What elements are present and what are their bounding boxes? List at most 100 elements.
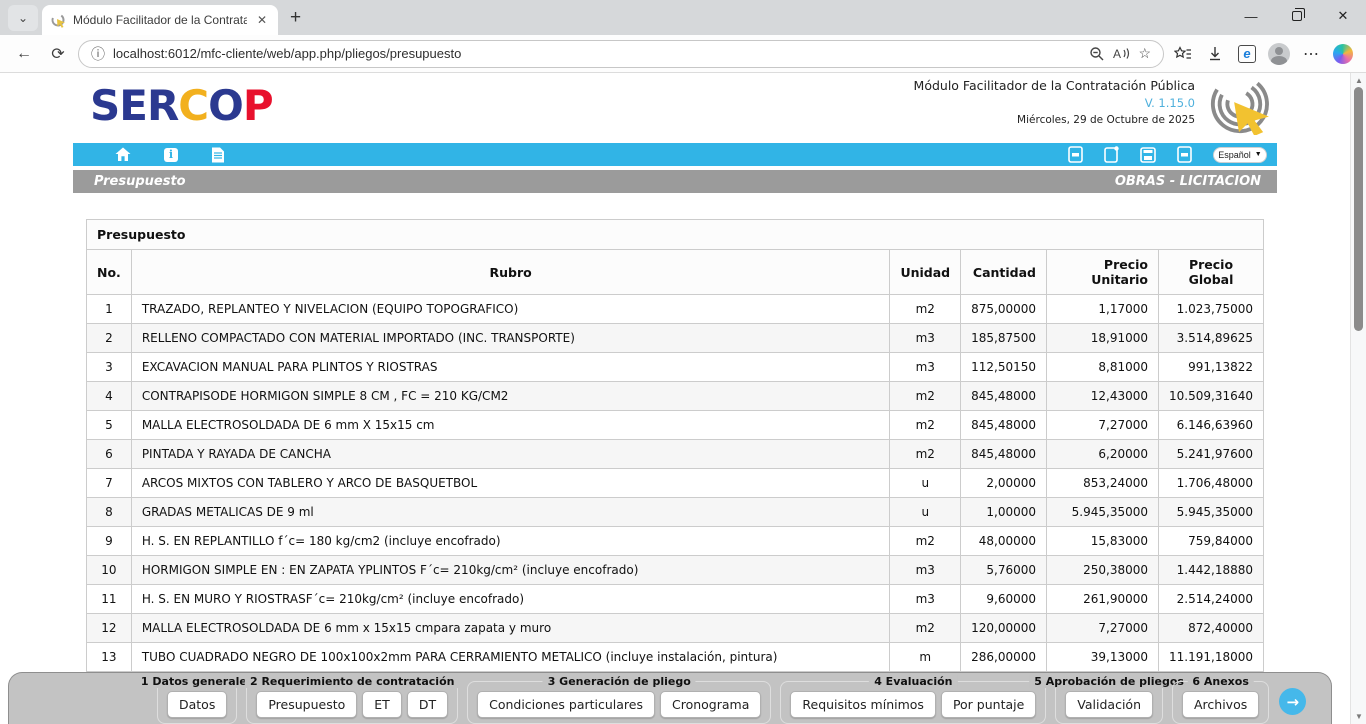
wizard-button-condiciones-particulares[interactable]: Condiciones particulares: [477, 691, 655, 718]
read-aloud-icon[interactable]: A: [1113, 46, 1130, 61]
wizard-group: 6 AnexosArchivos: [1172, 681, 1269, 724]
copilot-icon[interactable]: [1330, 44, 1356, 64]
cell-unidad: u: [890, 498, 961, 527]
back-icon[interactable]: ←: [10, 45, 38, 63]
column-header-rubro: Rubro: [131, 250, 890, 295]
pdf-file-icon[interactable]: [1177, 146, 1192, 163]
wizard-button-datos[interactable]: Datos: [167, 691, 227, 718]
cell-cantidad: 120,00000: [961, 614, 1047, 643]
svg-text:A: A: [1113, 47, 1121, 61]
collections-icon[interactable]: [1170, 46, 1196, 62]
cell-cantidad: 845,48000: [961, 382, 1047, 411]
toolbar-right-icons: Español ▼: [1068, 146, 1267, 163]
zoom-out-icon[interactable]: [1089, 46, 1105, 62]
ie-mode-icon[interactable]: e: [1234, 45, 1260, 63]
wizard-button-dt[interactable]: DT: [407, 691, 448, 718]
chevron-down-icon: ▼: [1255, 151, 1262, 158]
browser-tab[interactable]: Módulo Facilitador de la Contrata ✕: [42, 5, 278, 35]
cell-precio-unitario: 39,13000: [1047, 643, 1159, 672]
wizard-button-cronograma[interactable]: Cronograma: [660, 691, 761, 718]
table-header-row: No.RubroUnidadCantidadPrecio UnitarioPre…: [87, 250, 1264, 295]
cell-no: 8: [87, 498, 132, 527]
downloads-icon[interactable]: [1202, 46, 1228, 62]
tab-search-button[interactable]: ⌄: [8, 5, 38, 31]
column-header-pu: Precio Unitario: [1047, 250, 1159, 295]
wizard-button-validaci-n[interactable]: Validación: [1065, 691, 1153, 718]
minimize-button[interactable]: —: [1228, 0, 1274, 32]
cell-no: 4: [87, 382, 132, 411]
main-content: Presupuesto No.RubroUnidadCantidadPrecio…: [73, 193, 1277, 672]
section-title: Presupuesto: [94, 174, 186, 189]
wizard-button-por-puntaje[interactable]: Por puntaje: [941, 691, 1036, 718]
page-scrollbar[interactable]: ▲ ▼: [1350, 73, 1366, 724]
tab-close-icon[interactable]: ✕: [254, 13, 270, 27]
window-controls: — ✕: [1228, 0, 1366, 32]
info-icon[interactable]: i: [164, 148, 178, 162]
cell-cantidad: 845,48000: [961, 440, 1047, 469]
url-field[interactable]: ⓘ localhost:6012/mfc-cliente/web/app.php…: [78, 40, 1164, 68]
cell-cantidad: 5,76000: [961, 556, 1047, 585]
cell-cantidad: 875,00000: [961, 295, 1047, 324]
cell-precio-unitario: 1,17000: [1047, 295, 1159, 324]
cell-unidad: m3: [890, 585, 961, 614]
cell-unidad: m2: [890, 411, 961, 440]
pdf-export-icon[interactable]: [1068, 146, 1083, 163]
profile-avatar[interactable]: [1266, 43, 1292, 65]
language-select[interactable]: Español ▼: [1213, 147, 1267, 163]
cell-precio-global: 1.706,48000: [1159, 469, 1264, 498]
new-document-icon[interactable]: [1104, 146, 1119, 163]
table-row: 10HORMIGON SIMPLE EN : EN ZAPATA YPLINTO…: [87, 556, 1264, 585]
wizard-button-et[interactable]: ET: [362, 691, 402, 718]
restore-button[interactable]: [1274, 0, 1320, 32]
wizard-button-requisitos-m-nimos[interactable]: Requisitos mínimos: [790, 691, 936, 718]
table-row: 11H. S. EN MURO Y RIOSTRASF´c= 210kg/cm²…: [87, 585, 1264, 614]
scrollbar-up-icon[interactable]: ▲: [1351, 76, 1366, 85]
cell-precio-global: 10.509,31640: [1159, 382, 1264, 411]
cell-no: 11: [87, 585, 132, 614]
cell-precio-unitario: 8,81000: [1047, 353, 1159, 382]
copilot-glyph: [1333, 44, 1353, 64]
table-row: 6PINTADA Y RAYADA DE CANCHAm2845,480006,…: [87, 440, 1264, 469]
page-viewport: SERCOP Módulo Facilitador de la Contrata…: [0, 73, 1366, 724]
wizard-group: 2 Requerimiento de contrataciónPresupues…: [246, 681, 458, 724]
app-title: Módulo Facilitador de la Contratación Pú…: [914, 78, 1195, 93]
process-type-label: OBRAS - LICITACION: [1115, 174, 1261, 189]
new-tab-button[interactable]: +: [290, 7, 301, 29]
next-step-button[interactable]: →: [1279, 688, 1306, 715]
refresh-icon[interactable]: ⟳: [44, 44, 72, 64]
wizard-button-presupuesto[interactable]: Presupuesto: [256, 691, 357, 718]
wizard-group: 4 EvaluaciónRequisitos mínimosPor puntaj…: [780, 681, 1046, 724]
cell-unidad: m2: [890, 382, 961, 411]
url-text[interactable]: localhost:6012/mfc-cliente/web/app.php/p…: [113, 46, 1081, 61]
scrollbar-thumb[interactable]: [1354, 87, 1363, 331]
more-menu-icon[interactable]: ⋯: [1298, 44, 1324, 64]
cell-cantidad: 9,60000: [961, 585, 1047, 614]
cell-precio-unitario: 250,38000: [1047, 556, 1159, 585]
home-icon[interactable]: [115, 147, 131, 162]
cell-precio-global: 3.514,89625: [1159, 324, 1264, 353]
cell-no: 12: [87, 614, 132, 643]
wizard-button-archivos[interactable]: Archivos: [1182, 691, 1259, 718]
cell-precio-global: 5.241,97600: [1159, 440, 1264, 469]
close-button[interactable]: ✕: [1320, 0, 1366, 32]
wizard-group: 3 Generación de pliegoCondiciones partic…: [467, 681, 771, 724]
cell-precio-unitario: 7,27000: [1047, 411, 1159, 440]
wizard-group-legend: 3 Generación de pliego: [543, 675, 696, 688]
document-icon[interactable]: [211, 147, 225, 163]
mfc-swirl-logo: [1199, 77, 1277, 135]
table-row: 7ARCOS MIXTOS CON TABLERO Y ARCO DE BASQ…: [87, 469, 1264, 498]
site-info-icon[interactable]: ⓘ: [91, 44, 105, 64]
cell-precio-global: 1.023,75000: [1159, 295, 1264, 324]
cell-no: 7: [87, 469, 132, 498]
scrollbar-down-icon[interactable]: ▼: [1351, 712, 1366, 721]
app-container: SERCOP Módulo Facilitador de la Contrata…: [73, 73, 1277, 672]
cell-precio-global: 6.146,63960: [1159, 411, 1264, 440]
cell-cantidad: 2,00000: [961, 469, 1047, 498]
cell-precio-global: 5.945,35000: [1159, 498, 1264, 527]
cell-unidad: m3: [890, 324, 961, 353]
favorite-star-icon[interactable]: ☆: [1138, 45, 1151, 62]
cell-precio-unitario: 7,27000: [1047, 614, 1159, 643]
cell-precio-global: 1.442,18880: [1159, 556, 1264, 585]
save-icon[interactable]: [1140, 147, 1156, 163]
cell-unidad: u: [890, 469, 961, 498]
